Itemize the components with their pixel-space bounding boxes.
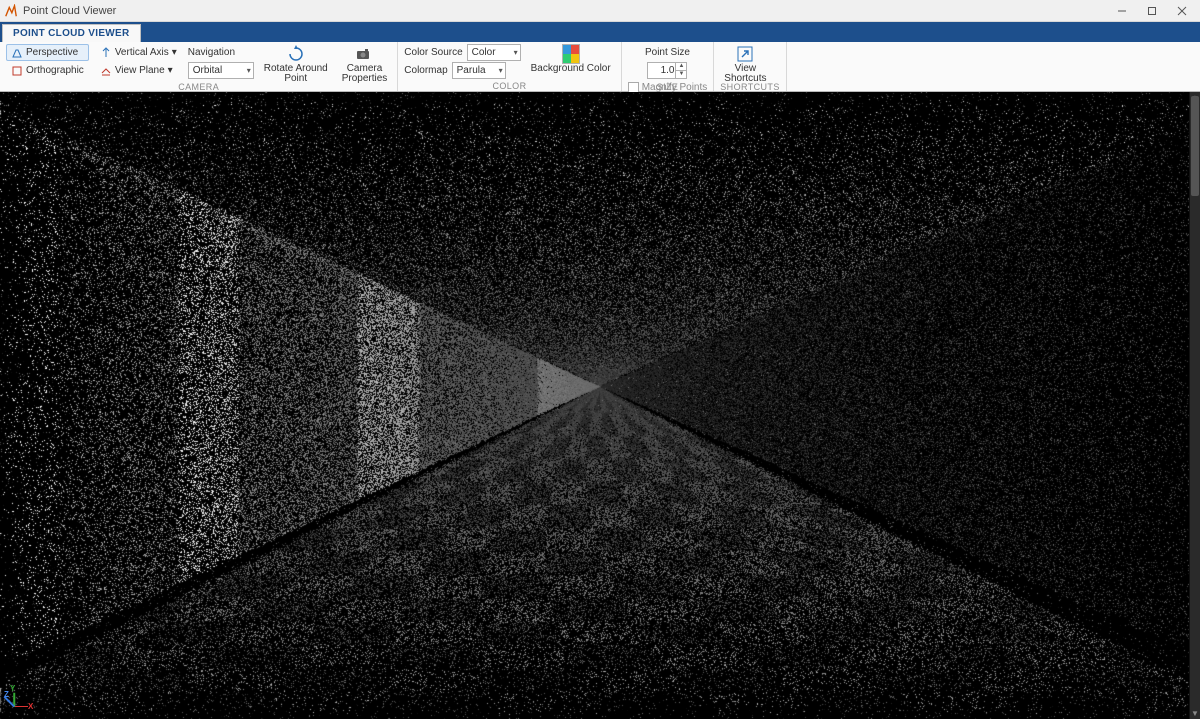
orthographic-icon bbox=[11, 65, 23, 77]
shortcut-arrow-icon bbox=[736, 45, 754, 63]
ribbon-group-shortcuts: View Shortcuts SHORTCUTS bbox=[714, 42, 786, 91]
view-shortcuts-label: View Shortcuts bbox=[724, 64, 766, 84]
chevron-down-icon: ▾ bbox=[168, 65, 173, 76]
title-bar: Point Cloud Viewer bbox=[0, 0, 1200, 22]
group-label-size: SIZE bbox=[628, 82, 708, 92]
rotate-around-point-button[interactable]: Rotate Around Point bbox=[260, 44, 332, 85]
view-plane-dropdown[interactable]: View Plane ▾ bbox=[95, 62, 182, 79]
ribbon-group-color: Color Source Color ▾ Colormap Parula ▾ bbox=[398, 42, 621, 91]
color-source-value: Color bbox=[472, 47, 496, 58]
tab-point-cloud-viewer[interactable]: POINT CLOUD VIEWER bbox=[2, 24, 141, 43]
vertical-axis-dropdown[interactable]: Vertical Axis ▾ bbox=[95, 44, 182, 61]
spinner-up-icon[interactable]: ▲ bbox=[676, 63, 686, 71]
perspective-label: Perspective bbox=[26, 47, 78, 58]
orthographic-button[interactable]: Orthographic bbox=[6, 62, 89, 79]
window-title: Point Cloud Viewer bbox=[23, 5, 1108, 17]
group-label-camera: CAMERA bbox=[6, 82, 391, 92]
background-color-button[interactable]: Background Color bbox=[527, 44, 615, 75]
chevron-down-icon: ▾ bbox=[247, 66, 251, 75]
minimize-button[interactable] bbox=[1108, 2, 1136, 20]
color-source-select[interactable]: Color ▾ bbox=[467, 44, 521, 61]
chevron-down-icon: ▾ bbox=[172, 47, 177, 58]
orthographic-label: Orthographic bbox=[26, 65, 84, 76]
color-swatch-icon bbox=[562, 45, 580, 63]
group-label-color: COLOR bbox=[404, 81, 614, 91]
view-shortcuts-button[interactable]: View Shortcuts bbox=[720, 44, 770, 85]
navigation-label: Navigation bbox=[188, 47, 235, 58]
scroll-down-icon[interactable]: ▼ bbox=[1190, 708, 1200, 719]
ribbon-toolbar: Perspective Orthographic Vertical Axis ▾ bbox=[0, 42, 1200, 92]
ribbon-group-camera: Perspective Orthographic Vertical Axis ▾ bbox=[0, 42, 398, 91]
rotate-icon bbox=[287, 45, 305, 63]
perspective-icon bbox=[11, 47, 23, 59]
chevron-down-icon: ▾ bbox=[499, 66, 503, 75]
view-plane-icon bbox=[100, 65, 112, 77]
group-label-shortcuts: SHORTCUTS bbox=[720, 82, 779, 92]
view-plane-label: View Plane bbox=[115, 65, 165, 76]
colormap-label: Colormap bbox=[404, 65, 447, 76]
app-logo-icon bbox=[4, 4, 18, 18]
rotate-around-point-label: Rotate Around Point bbox=[264, 64, 328, 84]
close-button[interactable] bbox=[1168, 2, 1196, 20]
ribbon-group-size: Point Size 1.0 ▲ ▼ Magnify Points bbox=[622, 42, 715, 91]
viewport-scrollbar[interactable]: ▲ ▼ bbox=[1189, 92, 1200, 719]
maximize-button[interactable] bbox=[1138, 2, 1166, 20]
point-cloud-viewport[interactable]: X Y Z ▲ ▼ bbox=[0, 92, 1200, 719]
vertical-axis-label: Vertical Axis bbox=[115, 47, 169, 58]
point-size-input[interactable]: 1.0 ▲ ▼ bbox=[647, 62, 687, 79]
point-size-value: 1.0 bbox=[648, 65, 675, 76]
colormap-value: Parula bbox=[457, 65, 486, 76]
perspective-button[interactable]: Perspective bbox=[6, 44, 89, 61]
point-size-label: Point Size bbox=[645, 47, 690, 58]
chevron-down-icon: ▾ bbox=[514, 48, 518, 57]
vertical-axis-icon bbox=[100, 47, 112, 59]
scrollbar-thumb[interactable] bbox=[1191, 96, 1199, 196]
background-color-label: Background Color bbox=[531, 64, 611, 74]
navigation-select[interactable]: Orbital ▾ bbox=[188, 62, 254, 79]
camera-properties-label: Camera Properties bbox=[342, 64, 388, 84]
color-source-label: Color Source bbox=[404, 47, 462, 58]
point-cloud-canvas bbox=[0, 92, 1200, 719]
navigation-value: Orbital bbox=[193, 65, 222, 76]
colormap-select[interactable]: Parula ▾ bbox=[452, 62, 506, 79]
camera-properties-button[interactable]: Camera Properties bbox=[338, 44, 392, 85]
tab-strip: POINT CLOUD VIEWER bbox=[0, 22, 1200, 42]
spinner-down-icon[interactable]: ▼ bbox=[676, 71, 686, 78]
camera-icon bbox=[355, 45, 373, 63]
